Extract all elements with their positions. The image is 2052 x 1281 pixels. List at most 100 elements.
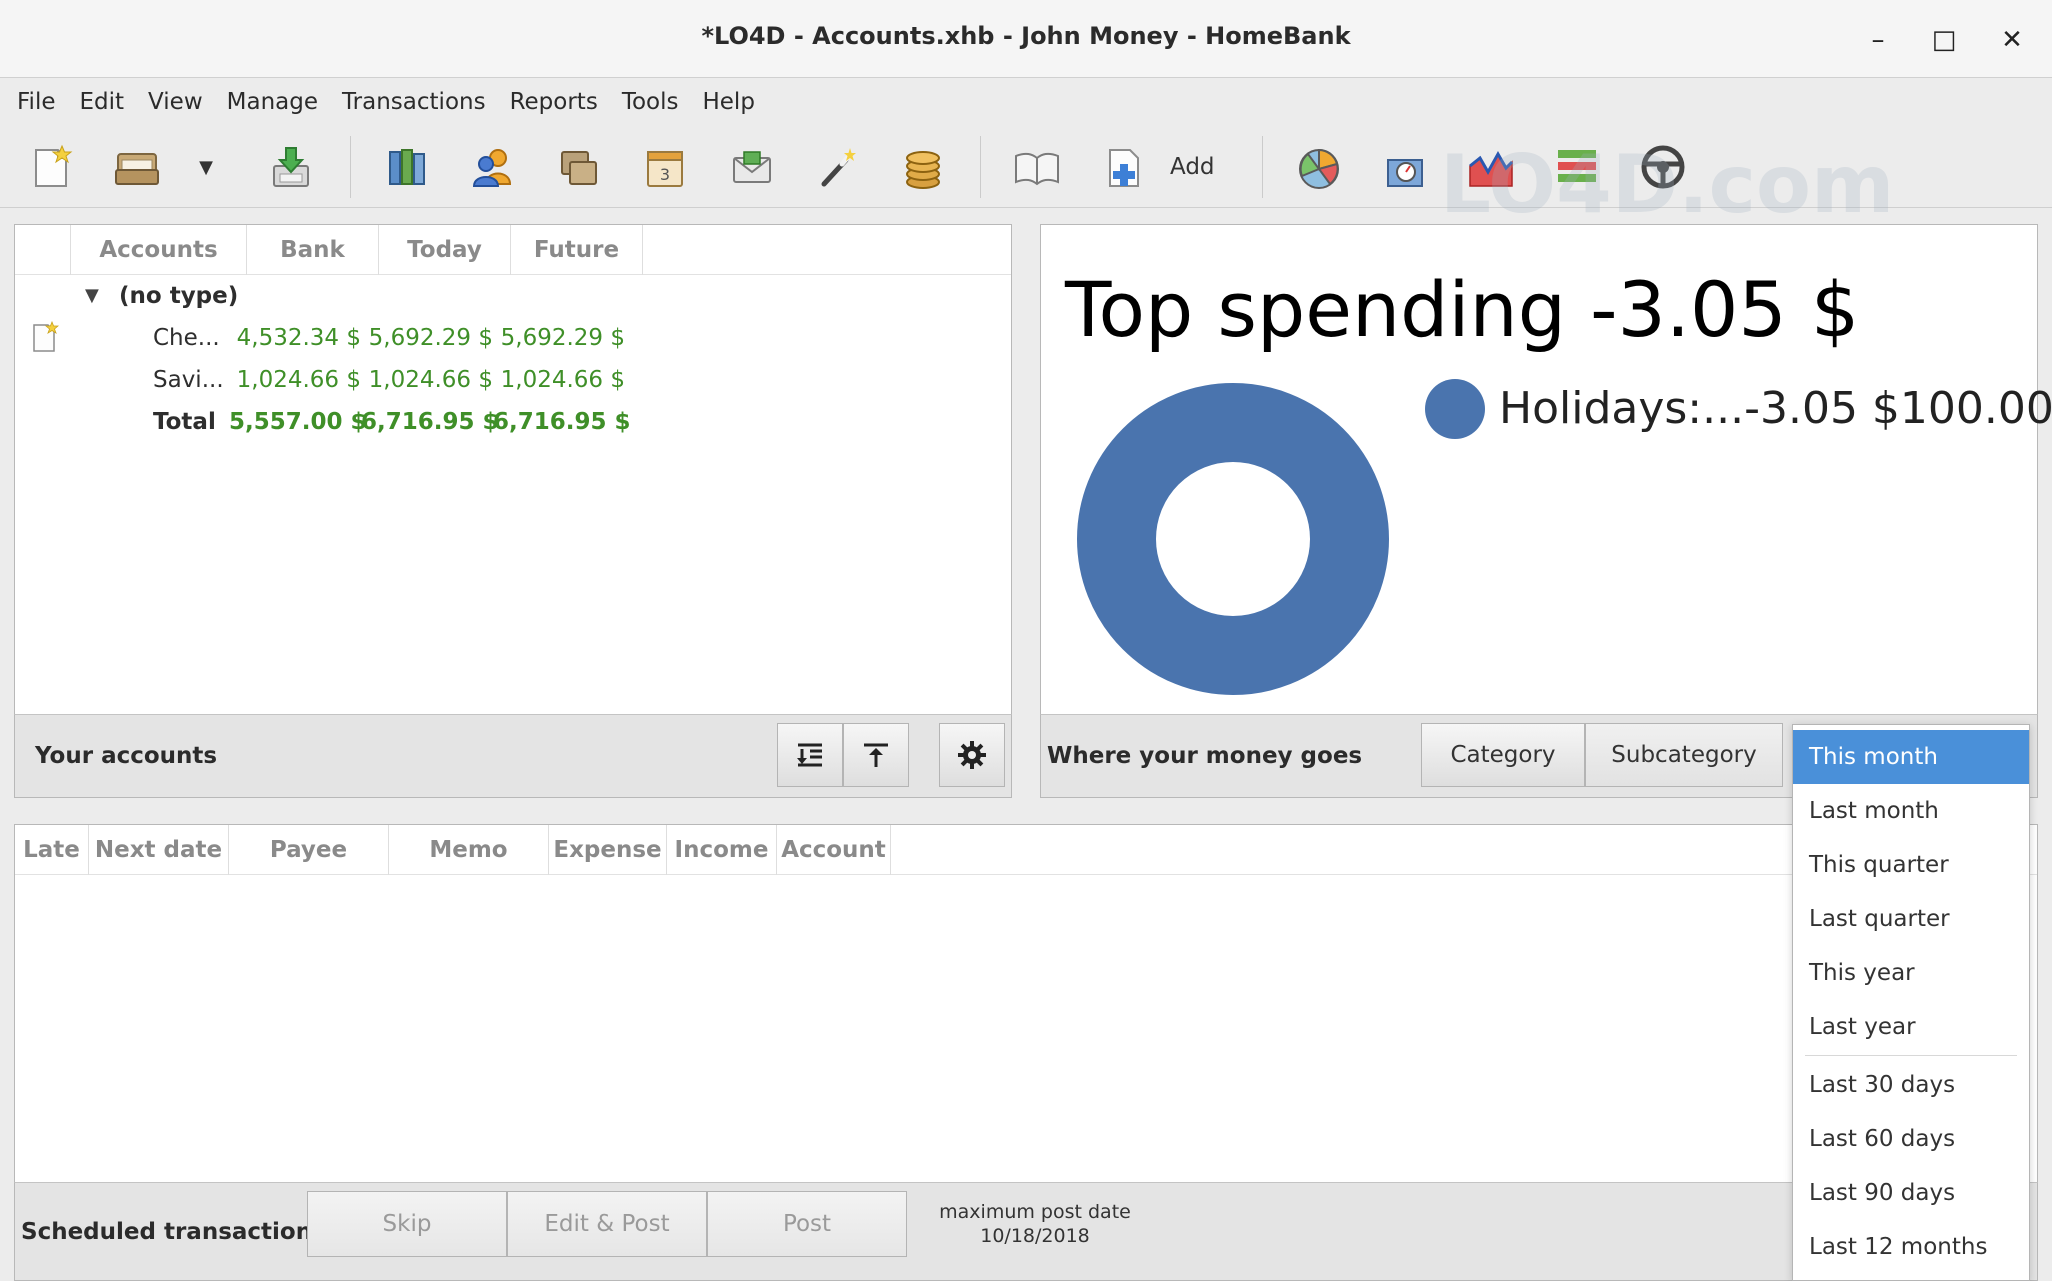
window-title: *LO4D - Accounts.xhb - John Money - Home… [701, 22, 1351, 50]
column-header-today[interactable]: Today [379, 225, 511, 275]
new-file-icon [35, 144, 73, 187]
maximize-button[interactable]: □ [1926, 22, 1962, 58]
account-future-balance: 1,024.66 $ [500, 367, 625, 393]
add-document-icon [1109, 149, 1139, 187]
budget-chart-icon [1387, 159, 1423, 187]
open-recent-dropdown[interactable]: ▼ [188, 140, 224, 194]
close-button[interactable]: ✕ [1994, 22, 2030, 58]
manage-categories-button[interactable] [552, 140, 606, 194]
new-file-button[interactable] [24, 140, 78, 194]
menu-help[interactable]: Help [691, 89, 767, 115]
menu-bar: File Edit View Manage Transactions Repor… [0, 78, 2052, 126]
range-option-last-30-days[interactable]: Last 30 days [1793, 1058, 2029, 1112]
open-folder-icon [115, 153, 159, 185]
range-option-this-month[interactable]: This month [1793, 730, 2029, 784]
account-bank-balance: 4,532.34 $ [236, 325, 361, 351]
add-transaction-button[interactable] [1098, 140, 1152, 194]
minimize-button[interactable]: – [1860, 22, 1896, 58]
column-header-expense[interactable]: Expense [549, 825, 667, 875]
range-option-last-month[interactable]: Last month [1793, 784, 2029, 838]
save-download-icon [273, 147, 309, 187]
accounts-footer: Your accounts [14, 714, 1012, 798]
manage-assignments-button[interactable] [810, 140, 864, 194]
watermark-logo: LO4D.com [1440, 138, 1895, 231]
account-today-balance: 5,692.29 $ [368, 325, 493, 351]
range-option-this-year[interactable]: This year [1793, 946, 2029, 1000]
menu-reports[interactable]: Reports [499, 89, 611, 115]
add-button-label[interactable]: Add [1170, 154, 1215, 180]
menu-transactions[interactable]: Transactions [331, 89, 499, 115]
menu-tools[interactable]: Tools [611, 89, 692, 115]
manage-budget-button[interactable] [724, 140, 778, 194]
open-file-button[interactable] [110, 140, 164, 194]
scheduled-footer: Scheduled transactions Skip Edit & Post … [14, 1182, 2038, 1281]
range-option-last-90-days[interactable]: Last 90 days [1793, 1166, 2029, 1220]
budget-report-button[interactable] [1378, 140, 1432, 194]
manage-currencies-button[interactable] [896, 140, 950, 194]
envelope-money-icon [733, 151, 771, 183]
category-toggle-button[interactable]: Category [1421, 723, 1585, 787]
scheduled-calendar-icon: 3 [647, 151, 683, 187]
column-header-bank[interactable]: Bank [247, 225, 379, 275]
toolbar-separator [350, 136, 351, 198]
legend-label: Holidays:...-3.05 $100.00% [1499, 383, 2052, 434]
account-bank-balance: 1,024.66 $ [236, 367, 361, 393]
toolbar-separator [980, 136, 981, 198]
collapse-up-icon [864, 743, 888, 767]
manage-payees-button[interactable] [466, 140, 520, 194]
expand-all-button[interactable] [777, 723, 843, 787]
scheduled-header-row: Late Next date Payee Memo Expense Income… [15, 825, 2037, 875]
column-header-memo[interactable]: Memo [389, 825, 549, 875]
save-button[interactable] [264, 140, 318, 194]
account-group-label[interactable]: (no type) [119, 283, 238, 309]
subcategory-toggle-button[interactable]: Subcategory [1585, 723, 1783, 787]
range-option-last-year[interactable]: Last year [1793, 1000, 2029, 1054]
range-option-this-quarter[interactable]: This quarter [1793, 838, 2029, 892]
accounts-books-icon [389, 149, 425, 185]
donut-slice-0 [1077, 383, 1389, 695]
categories-folders-icon [561, 151, 597, 185]
new-account-icon [33, 321, 59, 352]
skip-button[interactable]: Skip [307, 1191, 507, 1257]
spending-panel: Top spending -3.05 $ Holidays:...-3.05 $… [1040, 224, 2052, 716]
range-option-last-60-days[interactable]: Last 60 days [1793, 1112, 2029, 1166]
date-range-dropdown[interactable]: This month Last month This quarter Last … [1792, 724, 2030, 1281]
manage-accounts-button[interactable] [380, 140, 434, 194]
account-name: Savi... [153, 367, 224, 393]
menu-manage[interactable]: Manage [216, 89, 331, 115]
title-bar: *LO4D - Accounts.xhb - John Money - Home… [0, 0, 2052, 78]
menu-edit[interactable]: Edit [69, 89, 138, 115]
column-header-next-date[interactable]: Next date [89, 825, 229, 875]
svg-text:3: 3 [660, 165, 670, 184]
range-option-last-12-months[interactable]: Last 12 months [1793, 1220, 2029, 1274]
statistics-report-button[interactable] [1292, 140, 1346, 194]
post-button[interactable]: Post [707, 1191, 907, 1257]
column-header-income[interactable]: Income [667, 825, 777, 875]
column-header-payee[interactable]: Payee [229, 825, 389, 875]
toolbar-separator [1262, 136, 1263, 198]
column-header-late[interactable]: Late [15, 825, 89, 875]
collapse-all-button[interactable] [843, 723, 909, 787]
group-expander-icon[interactable]: ▼ [85, 285, 99, 306]
expand-sort-icon [797, 743, 822, 767]
scheduled-panel: Late Next date Payee Memo Expense Income… [14, 824, 2038, 1184]
range-option-last-quarter[interactable]: Last quarter [1793, 892, 2029, 946]
legend-color-dot [1425, 379, 1485, 439]
scheduled-transactions-title: Scheduled transactions [21, 1218, 326, 1245]
show-register-button[interactable] [1010, 140, 1064, 194]
total-today-balance: 6,716.95 $ [361, 409, 499, 435]
max-post-date-label: maximum post date [939, 1201, 1131, 1223]
menu-view[interactable]: View [137, 89, 216, 115]
accounts-header-row: Accounts Bank Today Future [15, 225, 1011, 275]
top-spending-title: Top spending -3.05 $ [1065, 265, 1860, 354]
menu-file[interactable]: File [6, 89, 69, 115]
edit-and-post-button[interactable]: Edit & Post [507, 1191, 707, 1257]
column-header-account[interactable]: Account [777, 825, 891, 875]
accounts-settings-button[interactable] [939, 723, 1005, 787]
column-header-accounts[interactable]: Accounts [71, 225, 247, 275]
column-header-future[interactable]: Future [511, 225, 643, 275]
account-name: Che... [153, 325, 220, 351]
column-header-icon [15, 225, 71, 275]
manage-archives-button[interactable]: 3 [638, 140, 692, 194]
magic-wand-icon [821, 148, 856, 187]
